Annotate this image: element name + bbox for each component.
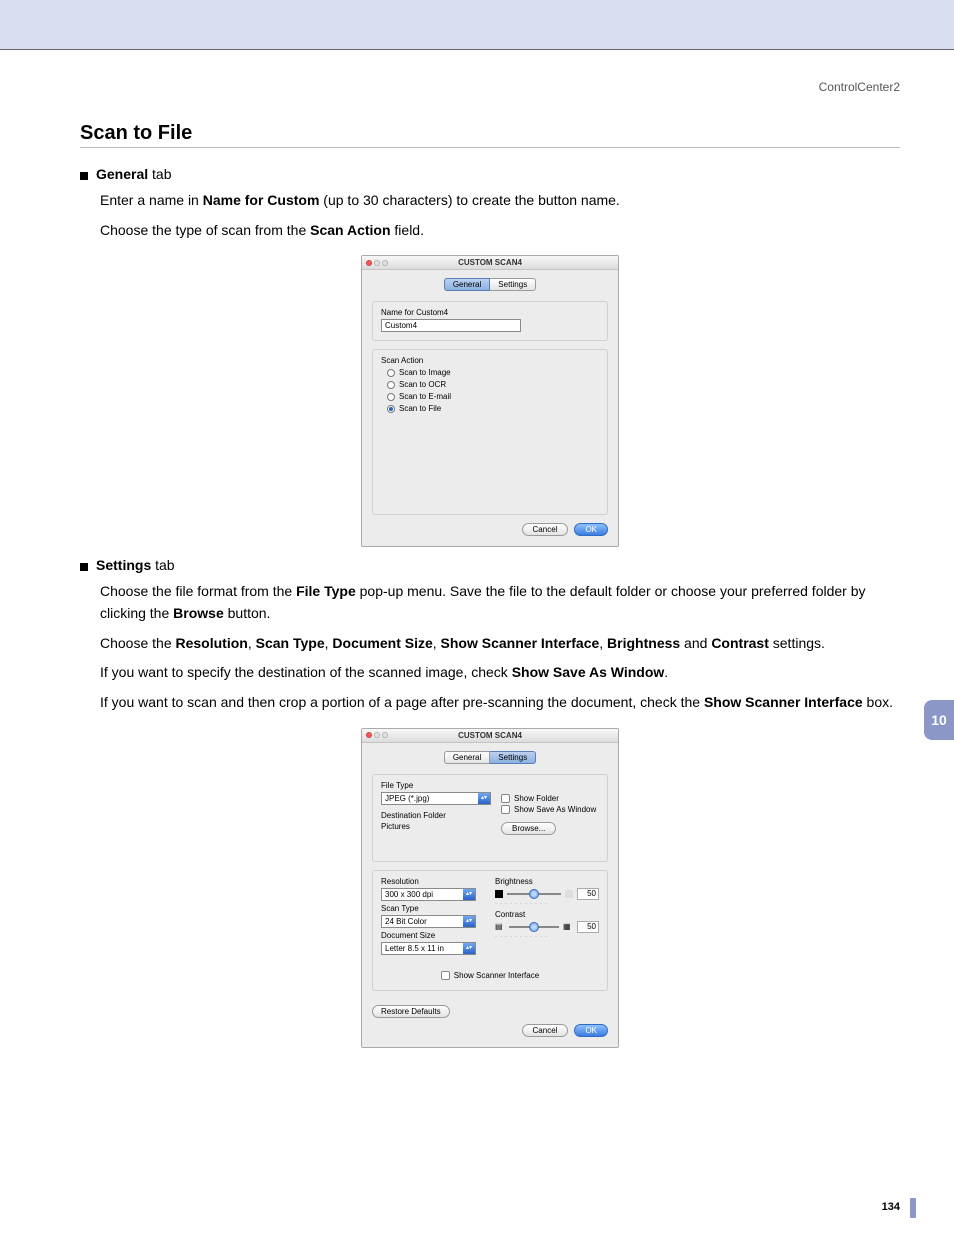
contrast-low-icon: ▤ (495, 922, 505, 932)
show-folder-checkbox[interactable]: Show Folder (501, 794, 599, 803)
radio-scan-to-image[interactable]: Scan to Image (387, 368, 599, 377)
contrast-high-icon: ▦ (563, 922, 573, 932)
tab-settings[interactable]: Settings (490, 278, 536, 291)
square-bullet-icon (80, 172, 88, 180)
breadcrumb: ControlCenter2 (0, 50, 954, 94)
cancel-button[interactable]: Cancel (522, 523, 569, 536)
brightness-slider[interactable]: 50 (495, 888, 599, 900)
paragraph-file-type: Choose the file format from the File Typ… (100, 581, 900, 624)
paragraph-choose-settings: Choose the Resolution, Scan Type, Docume… (100, 633, 900, 655)
contrast-value: 50 (577, 921, 599, 933)
radio-scan-to-email[interactable]: Scan to E-mail (387, 392, 599, 401)
contrast-slider[interactable]: ▤ ▦ 50 (495, 921, 599, 933)
brightness-label: Brightness (495, 877, 599, 886)
section-title: Scan to File (80, 122, 900, 145)
dialog-title: CUSTOM SCAN4 (362, 258, 618, 267)
scan-type-select[interactable]: 24 Bit Color▴▾ (381, 915, 476, 928)
bullet-general-tab: General tab (80, 166, 900, 182)
square-bullet-icon (80, 563, 88, 571)
browse-button[interactable]: Browse... (501, 822, 556, 835)
scan-action-label: Scan Action (381, 356, 599, 365)
show-save-as-checkbox[interactable]: Show Save As Window (501, 805, 599, 814)
dialog-general: CUSTOM SCAN4 General Settings Name for C… (361, 255, 619, 547)
section-rule (80, 147, 900, 148)
resolution-select[interactable]: 300 x 300 dpi▴▾ (381, 888, 476, 901)
chapter-tab: 10 (924, 700, 954, 740)
radio-scan-to-ocr[interactable]: Scan to OCR (387, 380, 599, 389)
document-size-label: Document Size (381, 931, 485, 940)
resolution-label: Resolution (381, 877, 485, 886)
bullet-settings-rest: tab (151, 557, 174, 573)
scan-type-label: Scan Type (381, 904, 485, 913)
dialog-titlebar: CUSTOM SCAN4 (362, 256, 618, 270)
destination-folder-label: Destination Folder (381, 811, 491, 820)
name-for-custom-label: Name for Custom4 (381, 308, 599, 317)
dialog-settings: CUSTOM SCAN4 General Settings File Type … (361, 728, 619, 1048)
contrast-label: Contrast (495, 910, 599, 919)
cancel-button[interactable]: Cancel (522, 1024, 569, 1037)
file-type-select[interactable]: JPEG (*.jpg) ▴▾ (381, 792, 491, 805)
header-band (0, 0, 954, 50)
bullet-settings-tab: Settings tab (80, 557, 900, 573)
name-for-custom-input[interactable] (381, 319, 521, 332)
radio-scan-to-file[interactable]: Scan to File (387, 404, 599, 413)
paragraph-save-as-window: If you want to specify the destination o… (100, 662, 900, 684)
chevron-updown-icon: ▴▾ (463, 889, 475, 900)
chevron-updown-icon: ▴▾ (463, 943, 475, 954)
tab-general[interactable]: General (444, 751, 490, 764)
chevron-updown-icon: ▴▾ (478, 793, 490, 804)
dialog-titlebar: CUSTOM SCAN4 (362, 729, 618, 743)
document-size-select[interactable]: Letter 8.5 x 11 in▴▾ (381, 942, 476, 955)
bullet-settings-bold: Settings (96, 557, 151, 573)
paragraph-scan-action: Choose the type of scan from the Scan Ac… (100, 220, 900, 242)
page-number: 134 (882, 1201, 900, 1213)
tab-general[interactable]: General (444, 278, 490, 291)
file-type-label: File Type (381, 781, 491, 790)
dialog-title: CUSTOM SCAN4 (362, 731, 618, 740)
brightness-light-icon (565, 890, 573, 898)
destination-folder-value: Pictures (381, 822, 491, 831)
brightness-value: 50 (577, 888, 599, 900)
show-scanner-interface-checkbox[interactable]: Show Scanner Interface (381, 971, 599, 980)
bullet-general-bold: General (96, 166, 148, 182)
paragraph-name-for-custom: Enter a name in Name for Custom (up to 3… (100, 190, 900, 212)
tab-settings[interactable]: Settings (490, 751, 536, 764)
paragraph-scanner-interface: If you want to scan and then crop a port… (100, 692, 900, 714)
bullet-general-rest: tab (148, 166, 171, 182)
ok-button[interactable]: OK (574, 523, 608, 536)
restore-defaults-button[interactable]: Restore Defaults (372, 1005, 450, 1018)
chevron-updown-icon: ▴▾ (463, 916, 475, 927)
brightness-dark-icon (495, 890, 503, 898)
ok-button[interactable]: OK (574, 1024, 608, 1037)
